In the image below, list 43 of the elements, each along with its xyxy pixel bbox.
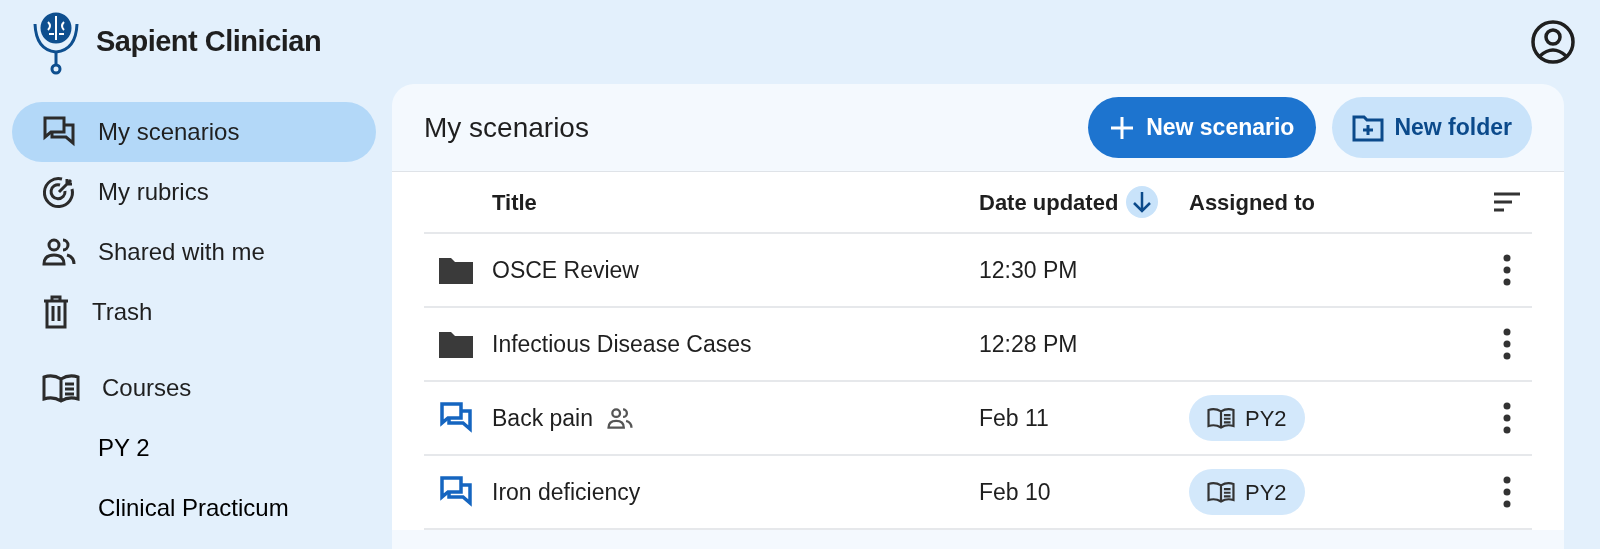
date-cell-text: Feb 11 [979, 403, 1049, 433]
course-chip[interactable]: PY2 [1189, 469, 1305, 515]
sidebar-item[interactable]: Shared with me [12, 222, 376, 282]
trash-icon [42, 295, 70, 329]
row-title[interactable]: Infectious Disease Cases [492, 326, 752, 362]
book-icon [1207, 481, 1235, 503]
sidebar-item[interactable]: My scenarios [12, 102, 376, 162]
new-scenario-button[interactable]: New scenario [1088, 97, 1317, 158]
app-title: Sapient Clinician [96, 24, 322, 60]
date-cell-text: 12:30 PM [979, 255, 1078, 285]
date-cell-text: 12:28 PM [979, 329, 1078, 359]
column-header[interactable]: Title [492, 185, 537, 219]
chat-icon [438, 401, 474, 435]
plus-icon [1110, 115, 1135, 140]
row-title[interactable]: Back pain [492, 400, 593, 436]
column-header[interactable]: Date updated [979, 185, 1119, 219]
more-icon[interactable] [1502, 254, 1512, 286]
more-icon[interactable] [1502, 476, 1512, 508]
folder-icon [438, 255, 474, 285]
chat-icon [42, 115, 76, 149]
course-item[interactable]: PY 2 [12, 418, 156, 478]
book-icon [1207, 407, 1235, 429]
courses-item[interactable]: Courses [12, 358, 376, 418]
account-icon[interactable] [1530, 19, 1576, 65]
page-heading: My scenarios [424, 110, 589, 145]
sidebar-item[interactable]: Trash [12, 282, 376, 342]
sidebar-item[interactable]: My rubrics [12, 162, 376, 222]
folder-icon [438, 329, 474, 359]
more-icon[interactable] [1502, 402, 1512, 434]
column-header[interactable]: Assigned to [1189, 185, 1315, 219]
course-item[interactable]: Clinical Practicum [12, 478, 295, 538]
book-icon [42, 373, 80, 403]
target-icon [42, 175, 76, 209]
chat-icon [438, 475, 474, 509]
new-folder-button[interactable]: New folder [1332, 97, 1532, 158]
row-title[interactable]: OSCE Review [492, 252, 639, 288]
people-icon [42, 237, 76, 267]
more-icon[interactable] [1502, 328, 1512, 360]
sort-menu-icon[interactable] [1493, 192, 1521, 212]
course-chip[interactable]: PY2 [1189, 395, 1305, 441]
folder-add-icon [1352, 113, 1385, 142]
date-cell-text: Feb 10 [979, 477, 1051, 507]
row-title[interactable]: Iron deficiency [492, 474, 641, 510]
